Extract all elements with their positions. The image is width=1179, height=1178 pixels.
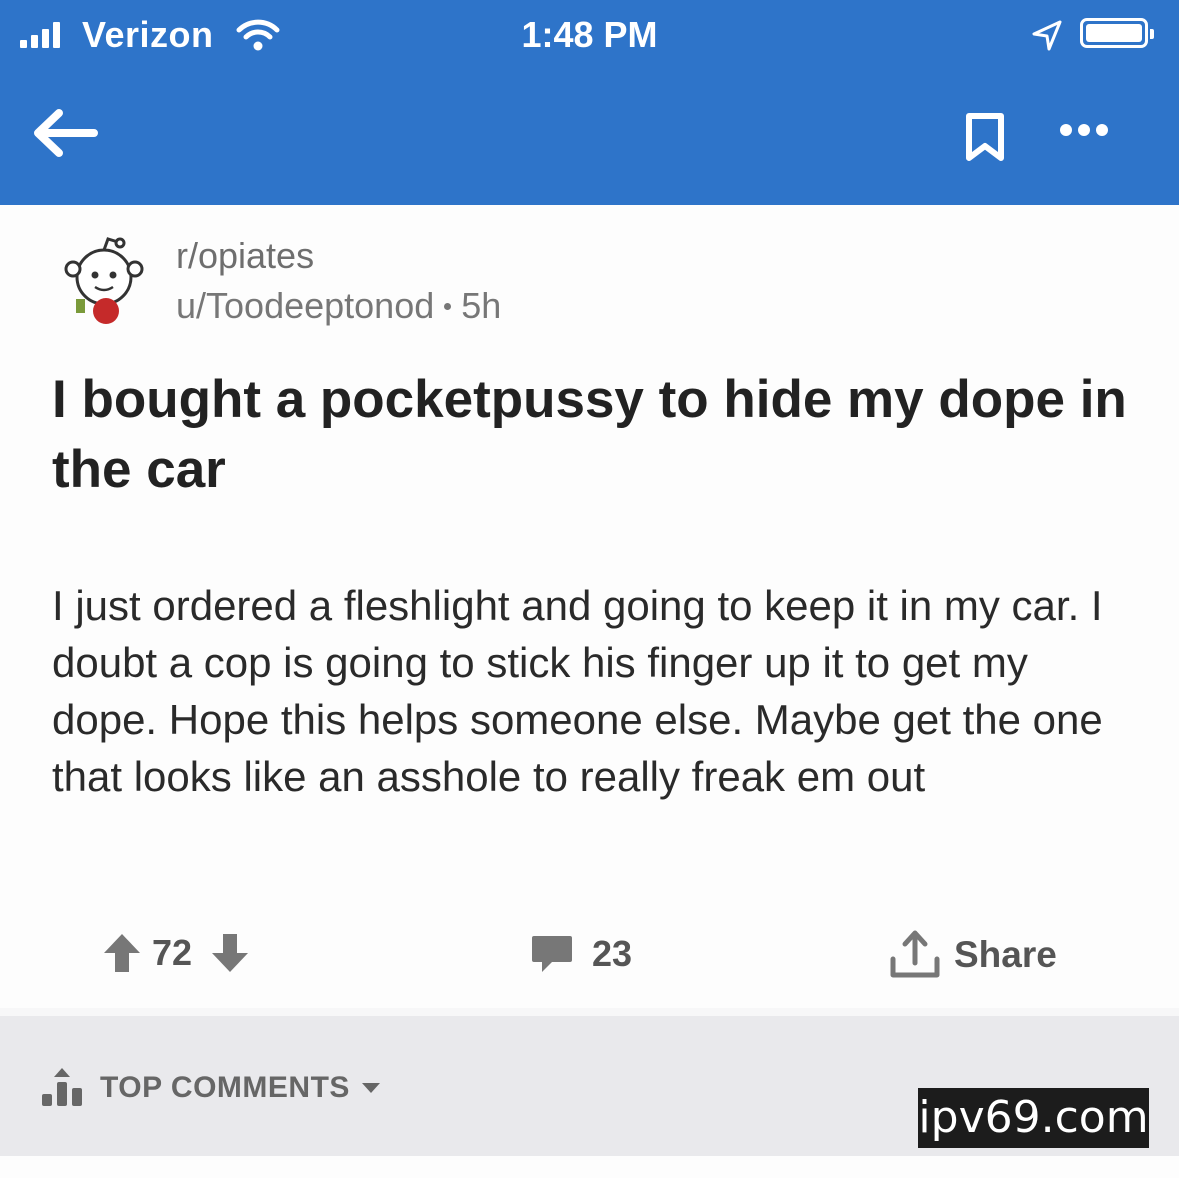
app-header: Verizon 1:48 PM bbox=[0, 0, 1179, 205]
reddit-snoo-avatar bbox=[64, 237, 144, 324]
back-arrow-icon[interactable] bbox=[32, 108, 98, 158]
post-card: r/opiates u/Toodeeptonod 5h I bought a po… bbox=[0, 205, 1179, 1008]
share-button[interactable]: Share bbox=[888, 929, 1057, 981]
post-meta: u/Toodeeptonod 5h bbox=[176, 285, 501, 327]
bookmark-icon[interactable] bbox=[964, 112, 1006, 162]
post-body: I just ordered a fleshlight and going to… bbox=[52, 582, 1103, 800]
watermark: ipv69.com bbox=[918, 1088, 1149, 1148]
downvote-icon[interactable] bbox=[210, 931, 250, 975]
share-icon bbox=[890, 930, 940, 978]
clock: 1:48 PM bbox=[521, 14, 658, 55]
upvote-icon[interactable] bbox=[102, 931, 142, 975]
sort-label: TOP COMMENTS bbox=[100, 1071, 350, 1104]
comments-button[interactable]: 23 bbox=[530, 933, 632, 975]
post-title: I bought a pocketpussy to hide my dope i… bbox=[52, 370, 1127, 499]
separator-dot bbox=[444, 302, 452, 310]
vote-controls: 72 bbox=[102, 931, 250, 975]
chevron-down-icon bbox=[361, 1083, 380, 1093]
status-bar: Verizon 1:48 PM bbox=[0, 0, 1179, 72]
sort-comments-dropdown[interactable]: TOP COMMENTS bbox=[40, 1066, 382, 1110]
subreddit-link[interactable]: r/opiates bbox=[176, 235, 314, 277]
author-link[interactable]: u/Toodeeptonod bbox=[176, 285, 434, 326]
score: 72 bbox=[152, 932, 193, 973]
share-label: Share bbox=[954, 934, 1057, 975]
sort-bars-icon bbox=[42, 1068, 82, 1106]
comment-bubble-icon bbox=[532, 936, 572, 972]
post-actions: 72 23 Share bbox=[0, 923, 1179, 983]
more-options-icon[interactable] bbox=[1060, 124, 1108, 136]
battery-icon bbox=[1080, 18, 1154, 48]
comment-count: 23 bbox=[592, 933, 633, 974]
post-age: 5h bbox=[461, 285, 502, 326]
location-arrow-icon bbox=[1032, 20, 1062, 51]
comments-area-edge bbox=[0, 1156, 1179, 1178]
